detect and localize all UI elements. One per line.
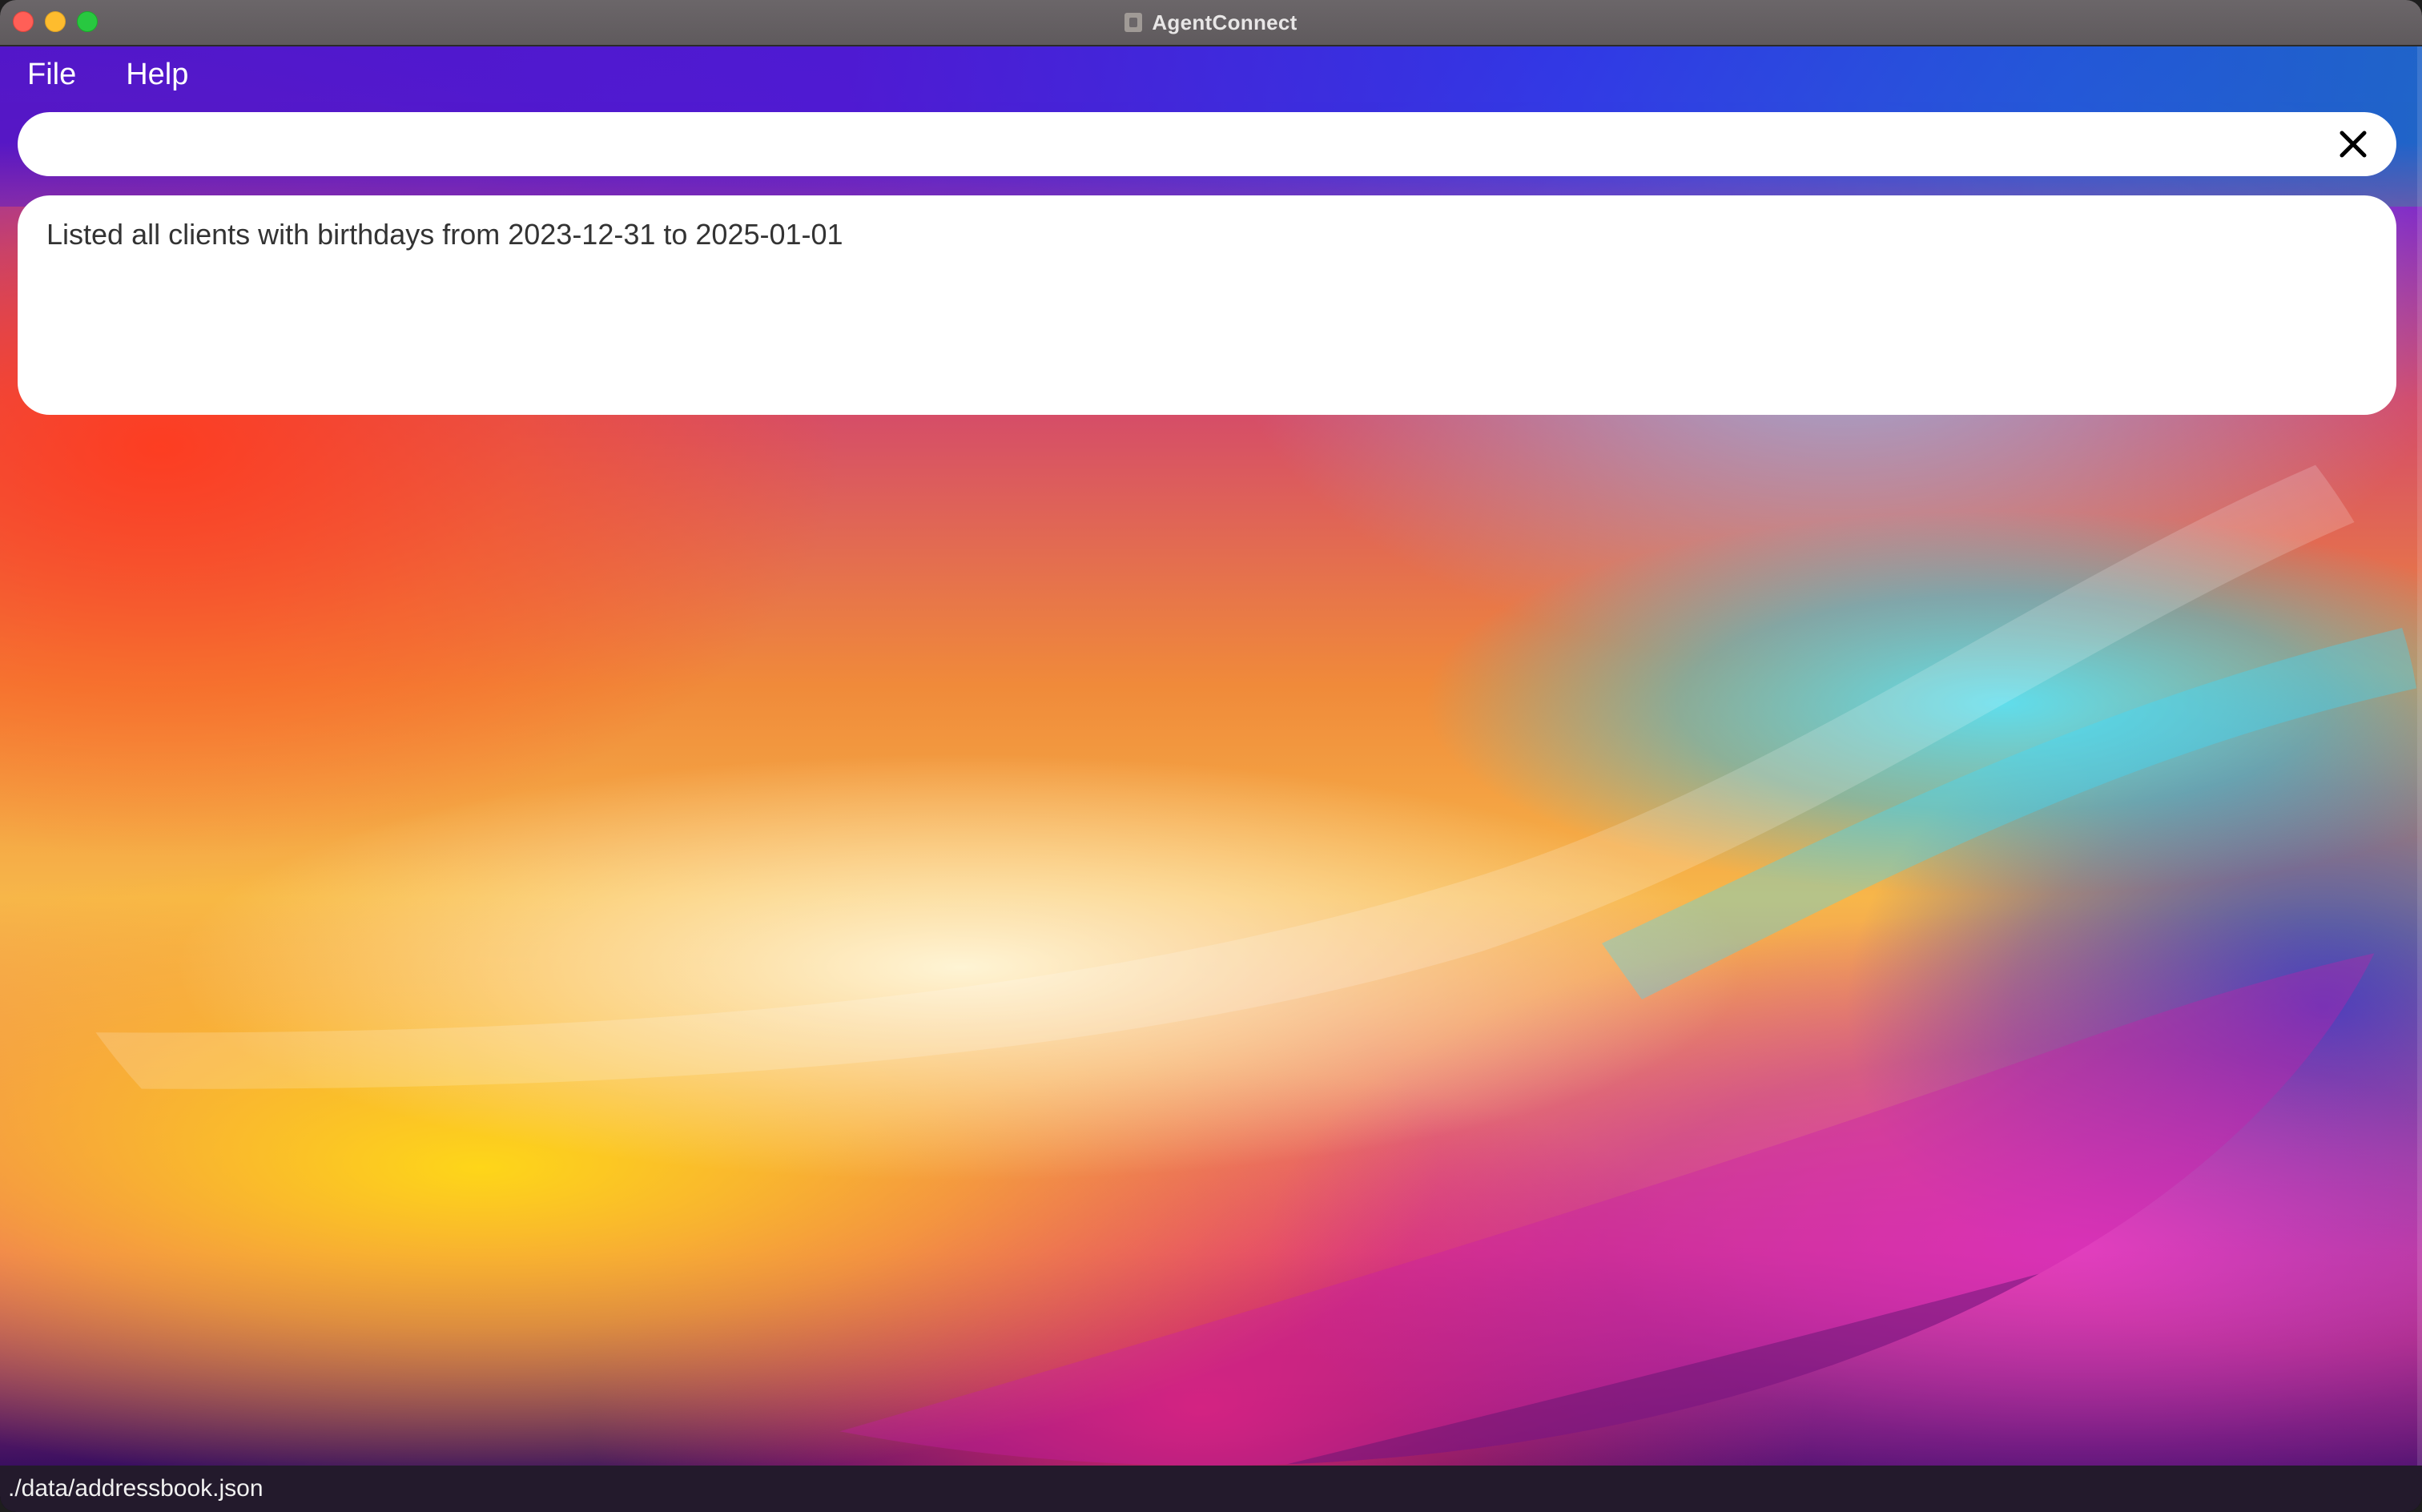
command-input[interactable]	[46, 112, 2292, 178]
close-icon	[2340, 131, 2367, 158]
app-window: AgentConnect File Help Listed all client…	[0, 0, 2422, 1512]
title-bar[interactable]: AgentConnect	[0, 0, 2422, 46]
window-edge	[2417, 46, 2422, 1466]
menu-file[interactable]: File	[18, 51, 86, 99]
menu-bar: File Help	[18, 51, 198, 99]
status-file-path: ./data/addressbook.json	[8, 1475, 264, 1502]
menu-help[interactable]: Help	[116, 51, 198, 99]
clear-command-button[interactable]	[2334, 125, 2372, 163]
main-content: File Help Listed all clients with birthd…	[0, 46, 2422, 1466]
window-title: AgentConnect	[1152, 10, 1298, 34]
command-box	[18, 112, 2396, 178]
window-title-group: AgentConnect	[0, 0, 2422, 45]
result-message: Listed all clients with birthdays from 2…	[46, 218, 843, 251]
status-bar: ./data/addressbook.json	[0, 1466, 2422, 1512]
result-display[interactable]: Listed all clients with birthdays from 2…	[18, 195, 2396, 415]
contact-card-icon	[1124, 13, 1143, 32]
